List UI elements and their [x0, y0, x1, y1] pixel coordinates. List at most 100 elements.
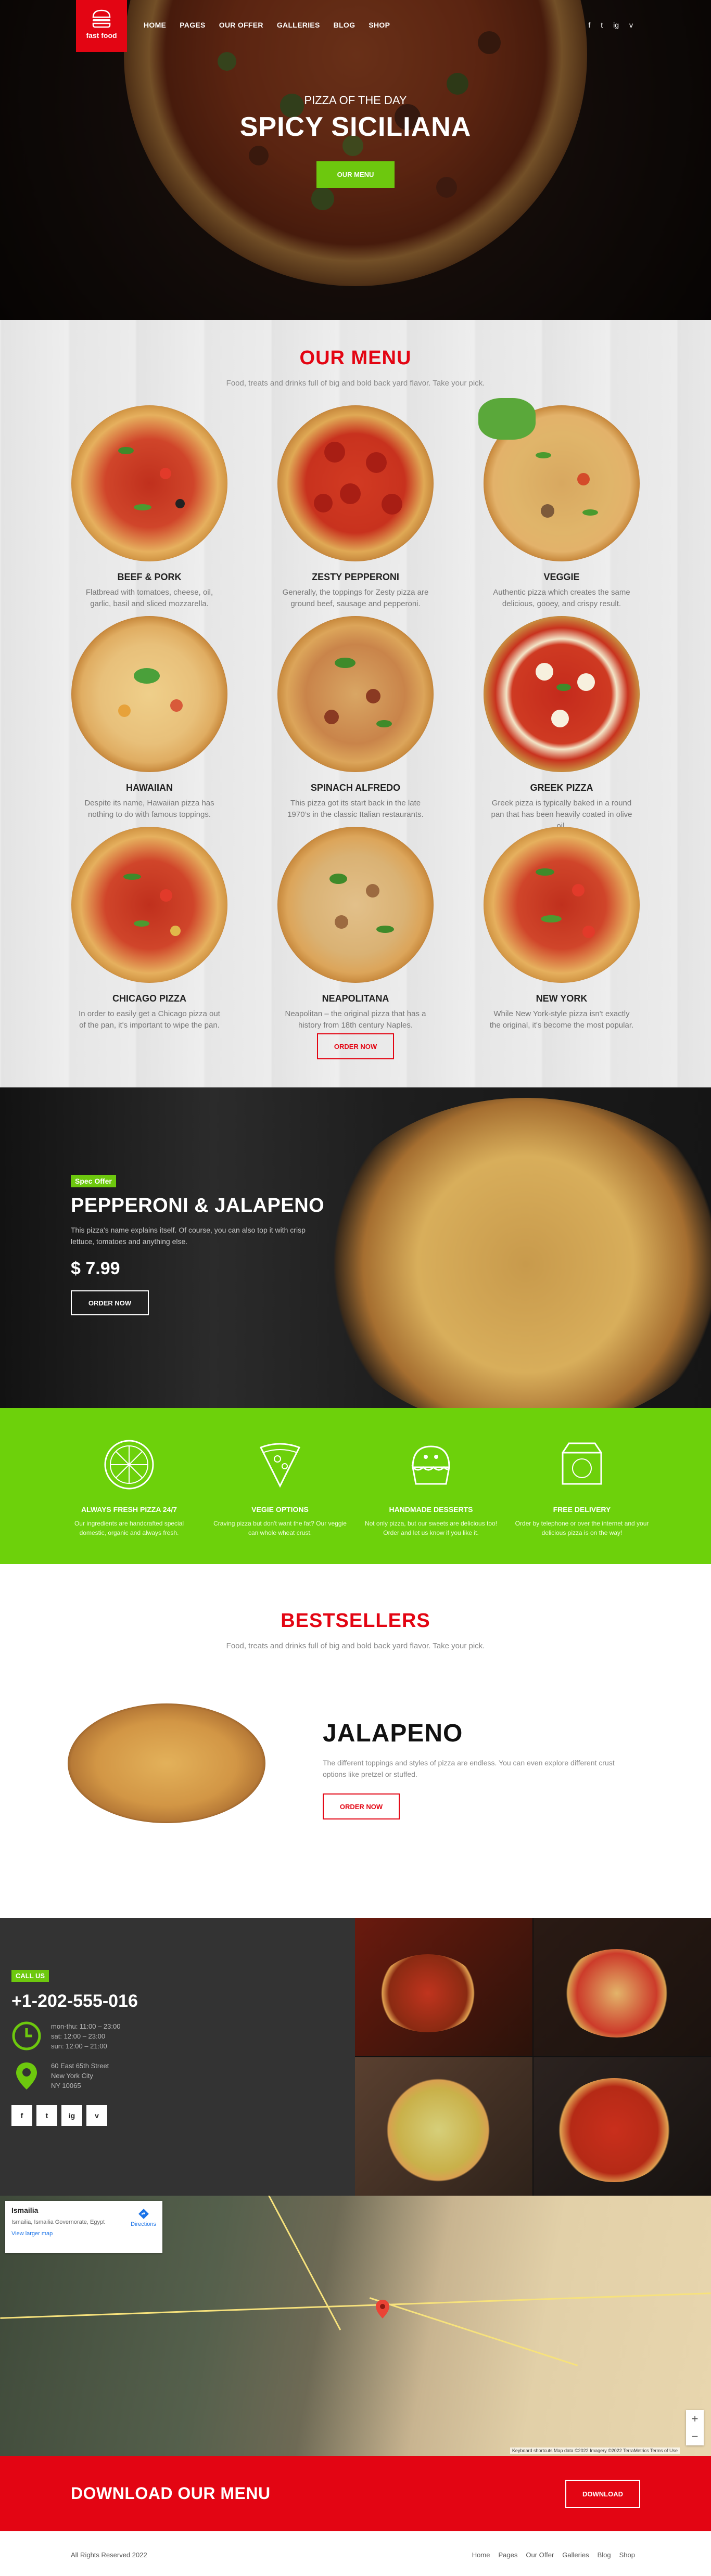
feature-desc: Order by telephone or over the internet …	[515, 1520, 649, 1536]
zoom-out-button[interactable]: −	[686, 2428, 704, 2445]
hours-line: sun: 12:00 – 21:00	[51, 2042, 107, 2050]
pizza-box-icon	[562, 1442, 602, 1485]
spec-offer-content: Spec Offer PEPPERONI & JALAPENO This piz…	[71, 1175, 324, 1315]
bestseller-order-button[interactable]: ORDER NOW	[323, 1793, 400, 1819]
logo[interactable]: fast food	[76, 0, 127, 52]
pizza-slice-icon	[259, 1443, 301, 1488]
social-links-contact: f t ig v	[11, 2105, 355, 2126]
our-menu-section: OUR MENU Food, treats and drinks full of…	[0, 320, 711, 1087]
zoom-in-button[interactable]: +	[686, 2410, 704, 2428]
spec-order-button[interactable]: ORDER NOW	[71, 1290, 149, 1315]
twitter-icon[interactable]: t	[36, 2105, 57, 2126]
menu-item[interactable]: GREEK PIZZA Greek pizza is typically bak…	[484, 616, 640, 830]
menu-item[interactable]: HAWAIIAN Despite its name, Hawaiian pizz…	[71, 616, 227, 827]
gallery-photo[interactable]	[355, 2057, 532, 2196]
pizza-image	[277, 616, 434, 772]
pizza-image	[71, 616, 227, 772]
download-title: DOWNLOAD OUR MENU	[71, 2484, 271, 2503]
spec-offer-section: Spec Offer PEPPERONI & JALAPENO This piz…	[0, 1087, 711, 1408]
nav-galleries[interactable]: GALLERIES	[277, 21, 320, 29]
menu-item-title: NEW YORK	[536, 993, 588, 1004]
hero-section: fast food HOME PAGES OUR OFFER GALLERIES…	[0, 0, 711, 320]
map-zoom-controls: + −	[686, 2410, 704, 2445]
footer-link-pages[interactable]: Pages	[498, 2551, 517, 2559]
feature-title: HANDMADE DESSERTS	[389, 1505, 473, 1514]
menu-item-desc: While New York-style pizza isn't exactly…	[489, 1009, 634, 1030]
pizza-image	[71, 827, 227, 983]
footer-link-our-offer[interactable]: Our Offer	[526, 2551, 554, 2559]
menu-item[interactable]: CHICAGO PIZZA In order to easily get a C…	[71, 827, 227, 1037]
location-map[interactable]: Ismailia Ismailia, Ismailia Governorate,…	[0, 2196, 711, 2456]
gallery-photo[interactable]	[534, 2057, 711, 2196]
menu-item-desc: Flatbread with tomatoes, cheese, oil, ga…	[85, 588, 213, 608]
pizza-image	[478, 398, 640, 561]
menu-item-title: HAWAIIAN	[126, 783, 173, 793]
logo-text: fast food	[86, 31, 117, 40]
footer-link-blog[interactable]: Blog	[598, 2551, 611, 2559]
feature-desc: Our ingredients are handcrafted special …	[74, 1520, 184, 1536]
pizza-image	[71, 405, 227, 561]
location-pin-icon	[16, 2062, 37, 2090]
address: 60 East 65th Street New York City NY 100…	[11, 2060, 355, 2091]
menu-item[interactable]: BEEF & PORK Flatbread with tomatoes, che…	[71, 405, 227, 616]
address-line: NY 10065	[51, 2081, 81, 2090]
menu-item-desc: Neapolitan – the original pizza that has…	[285, 1009, 426, 1030]
opening-hours: mon-thu: 11:00 – 23:00 sat: 12:00 – 23:0…	[11, 2021, 355, 2051]
contact-info: CALL US +1-202-555-016 mon-thu: 11:00 – …	[0, 1918, 355, 2196]
menu-item[interactable]: NEW YORK While New York-style pizza isn'…	[484, 827, 640, 1037]
top-navigation: fast food HOME PAGES OUR OFFER GALLERIES…	[0, 0, 711, 52]
hours-line: sat: 12:00 – 23:00	[51, 2032, 106, 2040]
footer-link-home[interactable]: Home	[472, 2551, 490, 2559]
feature-desc: Not only pizza, but our sweets are delic…	[364, 1520, 498, 1536]
map-info-card: Ismailia Ismailia, Ismailia Governorate,…	[5, 2201, 162, 2253]
our-menu-button[interactable]: OUR MENU	[316, 161, 395, 188]
hero-title: SPICY SICILIANA	[239, 112, 472, 142]
vimeo-icon[interactable]: v	[86, 2105, 107, 2126]
menu-item[interactable]: ZESTY PEPPERONI Generally, the toppings …	[277, 405, 434, 616]
feature-title: FREE DELIVERY	[553, 1505, 611, 1514]
gallery-photo[interactable]	[355, 1918, 532, 2056]
footer-menu: Home Pages Our Offer Galleries Blog Shop	[472, 2551, 635, 2559]
nav-our-offer[interactable]: OUR OFFER	[219, 21, 263, 29]
footer-link-galleries[interactable]: Galleries	[562, 2551, 589, 2559]
copyright: All Rights Reserved 2022	[71, 2551, 147, 2559]
directions-link[interactable]: Directions	[131, 2208, 156, 2227]
nav-pages[interactable]: PAGES	[180, 21, 205, 29]
pizza-image	[277, 405, 434, 561]
menu-item-title: GREEK PIZZA	[530, 783, 593, 793]
feature-item: HANDMADE DESSERTS Not only pizza, but ou…	[363, 1436, 499, 1564]
bestsellers-title: BESTSELLERS	[281, 1610, 430, 1632]
menu-item-title: SPINACH ALFREDO	[310, 783, 401, 793]
instagram-icon[interactable]: ig	[613, 21, 619, 29]
spec-offer-title: PEPPERONI & JALAPENO	[71, 1195, 325, 1216]
bestsellers-subtitle: Food, treats and drinks full of big and …	[226, 1642, 485, 1650]
nav-shop[interactable]: SHOP	[369, 21, 390, 29]
vimeo-icon[interactable]: v	[629, 21, 633, 29]
menu-item[interactable]: SPINACH ALFREDO This pizza got its start…	[277, 616, 434, 827]
view-larger-map-link[interactable]: View larger map	[11, 2231, 156, 2237]
spec-offer-desc: This pizza's name explains itself. Of co…	[71, 1226, 306, 1246]
instagram-icon[interactable]: ig	[61, 2105, 82, 2126]
facebook-icon[interactable]: f	[11, 2105, 32, 2126]
menu-item-desc: This pizza got its start back in the lat…	[287, 799, 424, 819]
download-button[interactable]: DOWNLOAD	[565, 2480, 640, 2508]
feature-item: VEGIE OPTIONS Craving pizza but don't wa…	[212, 1436, 348, 1564]
menu-item-title: ZESTY PEPPERONI	[312, 572, 399, 582]
menu-item[interactable]: NEAPOLITANA Neapolitan – the original pi…	[277, 827, 434, 1037]
map-address: Ismailia, Ismailia Governorate, Egypt	[11, 2219, 105, 2225]
gallery-photo[interactable]	[534, 1918, 711, 2056]
burger-icon	[92, 9, 111, 28]
feature-title: ALWAYS FRESH PIZZA 24/7	[81, 1505, 177, 1514]
jalapeno-pizza-image	[68, 1703, 265, 1823]
bestseller-name: JALAPENO	[323, 1720, 463, 1747]
phone-number[interactable]: +1-202-555-016	[11, 1991, 355, 2011]
nav-blog[interactable]: BLOG	[334, 21, 355, 29]
twitter-icon[interactable]: t	[601, 21, 603, 29]
nav-home[interactable]: HOME	[144, 21, 166, 29]
menu-title: OUR MENU	[299, 347, 412, 369]
facebook-icon[interactable]: f	[588, 21, 590, 29]
footer-link-shop[interactable]: Shop	[619, 2551, 635, 2559]
menu-item-title: NEAPOLITANA	[322, 993, 389, 1004]
bestsellers-section: BESTSELLERS Food, treats and drinks full…	[0, 1564, 711, 1918]
menu-item[interactable]: VEGGIE Authentic pizza which creates the…	[478, 398, 640, 616]
